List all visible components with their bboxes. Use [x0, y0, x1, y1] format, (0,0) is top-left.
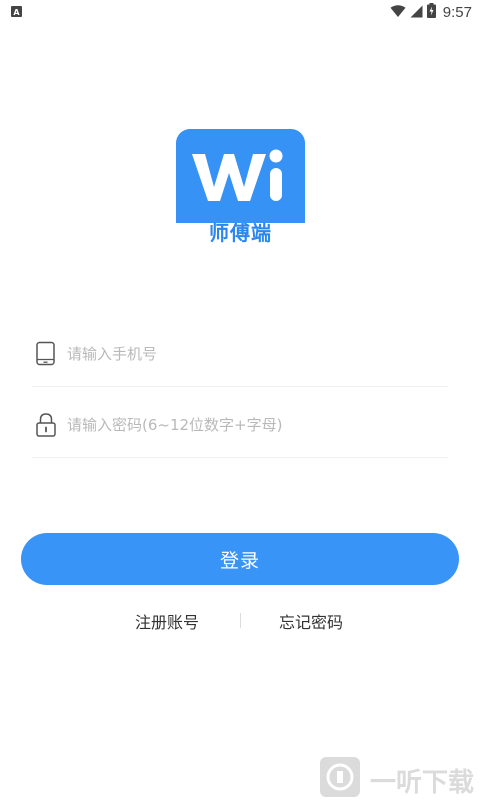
status-bar: A 9:57: [0, 0, 480, 24]
register-link[interactable]: 注册账号: [135, 609, 199, 633]
battery-charging-icon: [426, 2, 436, 22]
password-input[interactable]: [67, 410, 437, 440]
wifi-icon: [390, 3, 406, 22]
status-time: 9:57: [442, 3, 472, 21]
forgot-password-link[interactable]: 忘记密码: [279, 609, 343, 633]
watermark-logo-icon: [320, 757, 360, 797]
watermark-text: 一听下载: [370, 768, 475, 798]
auth-links: 注册账号 忘记密码: [0, 606, 480, 634]
lock-icon: [34, 412, 58, 438]
signal-icon: [410, 3, 423, 22]
login-button[interactable]: 登录: [21, 533, 459, 585]
phone-input[interactable]: [67, 339, 437, 369]
phone-icon: [34, 341, 58, 367]
logo-caption: 师傅端: [209, 221, 272, 245]
notification-a-icon: A: [11, 6, 22, 17]
app-logo: 师傅端: [176, 129, 305, 245]
password-field: [32, 397, 448, 458]
links-divider: [240, 613, 241, 628]
svg-text:A: A: [13, 8, 20, 17]
phone-field: [32, 326, 448, 387]
watermark: 一听下载: [320, 754, 480, 800]
status-icons: 9:57: [390, 2, 472, 22]
